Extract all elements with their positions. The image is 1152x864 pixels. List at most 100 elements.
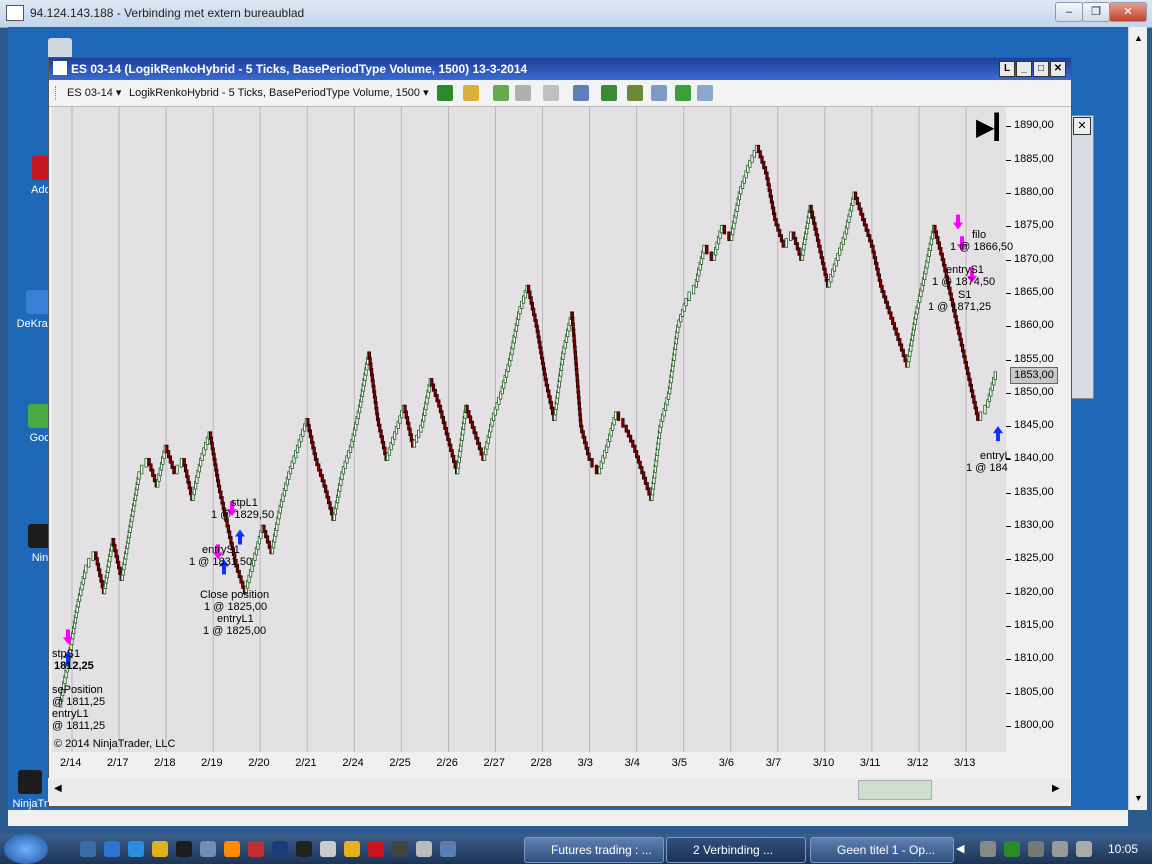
chart-window-title: ES 03-14 (LogikRenkoHybrid - 5 Ticks, Ba… — [71, 62, 528, 76]
data-box-icon[interactable] — [573, 85, 589, 101]
trade-label: entryL1 — [217, 613, 254, 625]
time-tick-label: 3/11 — [859, 757, 881, 769]
draw-pencil-icon[interactable] — [463, 85, 479, 101]
close-button[interactable]: ✕ — [1109, 2, 1147, 22]
time-tick-label: 3/10 — [812, 757, 835, 769]
panel-close-icon[interactable]: ✕ — [1073, 117, 1091, 135]
minimize-button[interactable]: _ — [1016, 61, 1032, 77]
down-bar — [621, 418, 625, 428]
price-chart[interactable] — [52, 107, 1006, 752]
scroll-thumb[interactable] — [858, 780, 932, 800]
close-button[interactable]: ✕ — [1050, 61, 1066, 77]
taskbar-item[interactable]: Futures trading : ... — [524, 837, 664, 863]
trade-label: entryL1 — [52, 708, 89, 720]
app-icon[interactable] — [416, 841, 432, 857]
chart-trader-icon[interactable] — [675, 85, 691, 101]
zoom-out-icon[interactable] — [515, 85, 531, 101]
app-icon[interactable] — [296, 841, 312, 857]
period-selector[interactable]: LogikRenkoHybrid - 5 Ticks, BasePeriodTy… — [129, 84, 429, 102]
down-bar — [594, 464, 599, 475]
up-bar — [87, 558, 91, 568]
quicklaunch-icon[interactable] — [80, 841, 96, 857]
trade-label: stpS1 — [52, 648, 81, 660]
price-tick-label: 1875,00 — [1014, 219, 1054, 232]
chart-scrollbar[interactable]: ◀ ▶ — [48, 778, 1070, 802]
tray-icon[interactable] — [1004, 841, 1020, 857]
start-button[interactable] — [4, 834, 48, 864]
scroll-left-icon[interactable]: ◀ — [54, 783, 62, 794]
time-tick-label: 3/6 — [718, 757, 735, 769]
up-bar — [613, 411, 618, 420]
price-tick — [1006, 492, 1011, 494]
indicators-icon[interactable] — [601, 85, 617, 101]
maximize-button[interactable]: □ — [1033, 61, 1049, 77]
volume-icon[interactable] — [1076, 841, 1092, 857]
strategies-icon[interactable] — [627, 85, 643, 101]
ninjatrader-icon[interactable] — [176, 841, 192, 857]
app-icon[interactable] — [224, 841, 240, 857]
trade-label: Close position — [200, 589, 270, 601]
scroll-up-icon[interactable]: ▲ — [1134, 33, 1143, 43]
ninjatrader-icon — [18, 770, 42, 794]
minimize-button[interactable]: – — [1055, 2, 1083, 22]
down-bar — [781, 239, 785, 248]
price-tick — [1006, 659, 1011, 661]
app-icon[interactable] — [248, 841, 264, 857]
rdp-horizontal-scrollbar[interactable] — [8, 810, 1128, 826]
tray-icon[interactable] — [1028, 841, 1044, 857]
trade-label: 1 @ 1829,50 — [211, 509, 275, 521]
desktop-icon-label: Nin — [31, 552, 49, 564]
chart-toolbar: ES 03-14 ▾ LogikRenkoHybrid - 5 Ticks, B… — [49, 80, 1071, 107]
app-icon[interactable] — [392, 841, 408, 857]
down-bar — [616, 411, 621, 421]
instrument-selector[interactable]: ES 03-14 ▾ — [67, 84, 121, 102]
up-bar — [91, 551, 95, 561]
trade-label: entryL — [980, 450, 1011, 462]
trade-label: entryS1 — [202, 544, 240, 556]
trade-label: 1 @ 1874,50 — [932, 276, 996, 288]
up-bar — [140, 464, 144, 475]
trade-label: @ 1811,25 — [52, 720, 106, 732]
app-icon[interactable] — [440, 841, 456, 857]
price-tick-label: 1805,00 — [1014, 685, 1054, 698]
price-tick — [1006, 259, 1011, 261]
app-icon[interactable] — [272, 841, 288, 857]
show-desktop-icon[interactable] — [104, 841, 120, 857]
templates-icon[interactable] — [651, 85, 667, 101]
app-icon[interactable] — [200, 841, 216, 857]
price-tick — [1006, 526, 1011, 528]
chart-style-icon[interactable] — [437, 85, 453, 101]
taskbar-item[interactable]: Geen titel 1 - Op... — [810, 837, 954, 863]
time-tick-label: 2/19 — [201, 757, 223, 769]
scroll-down-icon[interactable]: ▼ — [1134, 793, 1143, 803]
link-button[interactable]: L — [999, 61, 1015, 77]
buy-arrow-marker — [993, 426, 1003, 442]
chrome-icon[interactable] — [152, 841, 168, 857]
price-tick-label: 1850,00 — [1014, 385, 1054, 398]
zoom-in-icon[interactable] — [493, 85, 509, 101]
app-icon[interactable] — [320, 841, 336, 857]
network-icon[interactable] — [1052, 841, 1068, 857]
time-tick-label: 2/28 — [530, 757, 552, 769]
properties-icon[interactable] — [697, 85, 713, 101]
instrument-label: ES 03-14 — [67, 87, 113, 99]
chrome-icon[interactable] — [344, 841, 360, 857]
trade-label: 1812,25 — [54, 660, 94, 672]
price-tick-label: 1840,00 — [1014, 452, 1054, 465]
scroll-right-icon[interactable]: ▶ — [1052, 783, 1060, 794]
internet-explorer-icon[interactable] — [128, 841, 144, 857]
price-tick-label: 1885,00 — [1014, 152, 1054, 165]
tray-icon[interactable] — [980, 841, 996, 857]
time-tick-label: 2/20 — [248, 757, 270, 769]
time-tick-label: 2/24 — [342, 757, 364, 769]
cursor-icon[interactable] — [543, 85, 559, 101]
period-label: LogikRenkoHybrid - 5 Ticks, BasePeriodTy… — [129, 87, 421, 99]
time-tick-label: 2/18 — [154, 757, 176, 769]
tray-expand-icon[interactable]: ◀ — [956, 842, 964, 855]
app-icon[interactable] — [368, 841, 384, 857]
taskbar-item-active[interactable]: 2 Verbinding ... — [666, 837, 806, 863]
restore-button[interactable]: ❐ — [1082, 2, 1110, 22]
price-tick-label: 1810,00 — [1014, 652, 1054, 665]
rdp-vertical-scrollbar[interactable]: ▲ ▼ — [1128, 27, 1147, 810]
trade-label: filo — [972, 229, 987, 241]
